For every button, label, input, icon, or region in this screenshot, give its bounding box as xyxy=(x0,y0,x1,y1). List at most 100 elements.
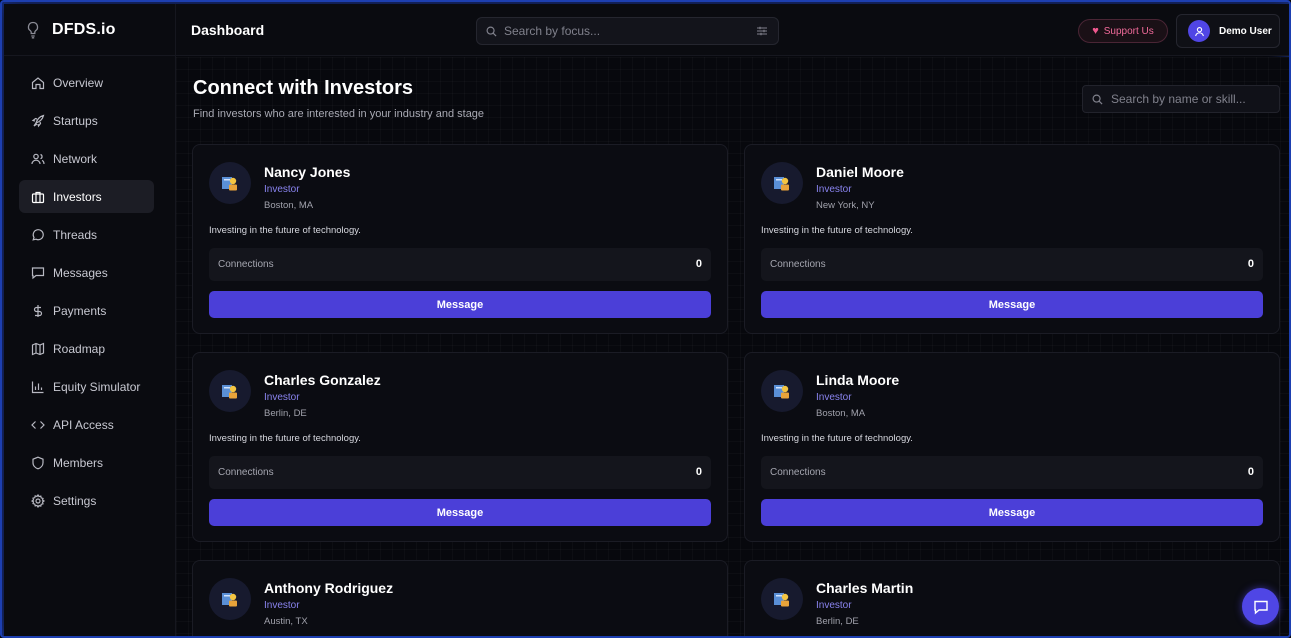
focus-search[interactable] xyxy=(476,17,779,45)
brand-name: DFDS.io xyxy=(52,20,116,38)
investor-name: Daniel Moore xyxy=(816,164,904,180)
investor-role: Investor xyxy=(264,184,300,195)
chat-bubble-icon xyxy=(32,228,44,241)
main-content: Connect with Investors Find investors wh… xyxy=(176,57,1289,636)
message-button[interactable]: Message xyxy=(209,499,711,526)
home-icon xyxy=(31,76,45,89)
investor-avatar xyxy=(209,578,251,620)
investor-search-input[interactable] xyxy=(1111,92,1279,106)
heart-icon: ♥ xyxy=(1092,25,1099,37)
investor-name: Nancy Jones xyxy=(264,164,351,180)
bar-chart-icon xyxy=(31,381,44,393)
investor-avatar xyxy=(761,578,803,620)
avatar xyxy=(1188,20,1210,42)
sidebar-item-investors[interactable]: Investors xyxy=(19,180,154,213)
investor-bio: Investing in the future of technology. xyxy=(761,225,913,236)
investor-name: Anthony Rodriguez xyxy=(264,580,394,596)
sidebar-item-label: API Access xyxy=(53,417,114,432)
investor-location: Berlin, DE xyxy=(264,408,307,419)
connections-count: 0 xyxy=(1247,258,1254,270)
chat-button[interactable] xyxy=(1242,588,1279,625)
connections-box: Connections 0 xyxy=(761,456,1263,489)
user-menu-button[interactable]: Demo User xyxy=(1176,14,1280,48)
investor-location: Austin, TX xyxy=(264,616,308,627)
sidebar-item-network[interactable]: Network xyxy=(19,142,154,175)
investor-card: Charles Gonzalez Investor Berlin, DE Inv… xyxy=(192,352,728,542)
investor-location: Berlin, DE xyxy=(816,616,859,627)
sidebar-item-messages[interactable]: Messages xyxy=(19,256,154,289)
investor-emoji-icon xyxy=(222,593,237,607)
sidebar-item-api-access[interactable]: API Access xyxy=(19,408,154,441)
sidebar-item-label: Members xyxy=(53,455,104,470)
sidebar-item-overview[interactable]: Overview xyxy=(19,66,154,99)
page-title: Connect with Investors xyxy=(193,77,414,99)
connections-count: 0 xyxy=(1247,466,1254,478)
lightbulb-icon xyxy=(27,21,39,38)
investor-search[interactable] xyxy=(1082,85,1280,113)
investor-card: Daniel Moore Investor New York, NY Inves… xyxy=(744,144,1280,334)
sidebar-item-label: Settings xyxy=(53,493,97,508)
brand[interactable]: DFDS.io xyxy=(4,4,175,56)
investor-emoji-icon xyxy=(222,385,237,399)
focus-search-input[interactable] xyxy=(504,24,756,38)
investor-emoji-icon xyxy=(774,593,789,607)
message-button[interactable]: Message xyxy=(209,291,711,318)
investor-card: Nancy Jones Investor Boston, MA Investin… xyxy=(192,144,728,334)
investor-name: Charles Martin xyxy=(816,580,914,596)
investor-emoji-icon xyxy=(774,177,789,191)
sidebar-item-roadmap[interactable]: Roadmap xyxy=(19,332,154,365)
sidebar-item-settings[interactable]: Settings xyxy=(19,484,154,517)
code-icon xyxy=(31,420,45,429)
message-button[interactable]: Message xyxy=(761,291,1263,318)
connections-box: Connections 0 xyxy=(761,248,1263,281)
sidebar-item-label: Threads xyxy=(53,227,98,242)
shield-icon xyxy=(32,456,44,469)
message-square-icon xyxy=(31,266,45,279)
investor-card: Charles Martin Investor Berlin, DE xyxy=(744,560,1280,636)
investor-emoji-icon xyxy=(222,177,237,191)
sidebar-item-payments[interactable]: Payments xyxy=(19,294,154,327)
investor-location: Boston, MA xyxy=(264,200,314,211)
page-header-title: Dashboard xyxy=(191,22,265,38)
investor-location: Boston, MA xyxy=(816,408,866,419)
app-window: DFDS.io Overview Startups Network Invest… xyxy=(0,0,1291,638)
investor-role: Investor xyxy=(264,600,300,611)
investor-bio: Investing in the future of technology. xyxy=(209,433,361,444)
sidebar-item-label: Network xyxy=(53,151,98,166)
investor-avatar xyxy=(209,162,251,204)
sidebar-item-label: Startups xyxy=(53,113,98,128)
connections-label: Connections xyxy=(770,259,826,270)
search-icon xyxy=(486,26,497,37)
sidebar-item-label: Overview xyxy=(53,75,104,90)
gear-icon xyxy=(31,493,45,508)
sidebar: DFDS.io Overview Startups Network Invest… xyxy=(4,4,176,636)
connections-label: Connections xyxy=(770,467,826,478)
investor-role: Investor xyxy=(816,184,852,195)
sidebar-item-label: Payments xyxy=(53,303,107,318)
sliders-icon[interactable] xyxy=(756,25,768,37)
sidebar-item-label: Roadmap xyxy=(53,341,106,356)
sidebar-item-threads[interactable]: Threads xyxy=(19,218,154,251)
connections-label: Connections xyxy=(218,259,274,270)
top-bar: Dashboard ♥ Support Us Demo User xyxy=(176,4,1289,56)
support-button[interactable]: ♥ Support Us xyxy=(1078,19,1168,43)
investor-name: Linda Moore xyxy=(816,372,900,388)
users-icon xyxy=(31,153,45,164)
investor-name: Charles Gonzalez xyxy=(264,372,381,388)
map-icon xyxy=(31,342,45,355)
sidebar-item-members[interactable]: Members xyxy=(19,446,154,479)
page-subtitle: Find investors who are interested in you… xyxy=(193,108,485,120)
search-icon xyxy=(1092,94,1103,105)
connections-box: Connections 0 xyxy=(209,248,711,281)
sidebar-item-label: Messages xyxy=(53,265,108,280)
sidebar-item-equity-simulator[interactable]: Equity Simulator xyxy=(19,370,154,403)
chat-icon xyxy=(1253,600,1268,615)
investor-card: Linda Moore Investor Boston, MA Investin… xyxy=(744,352,1280,542)
investor-role: Investor xyxy=(816,392,852,403)
investor-emoji-icon xyxy=(774,385,789,399)
message-button[interactable]: Message xyxy=(761,499,1263,526)
investor-role: Investor xyxy=(816,600,852,611)
sidebar-item-startups[interactable]: Startups xyxy=(19,104,154,137)
sidebar-nav: Overview Startups Network Investors Thre… xyxy=(4,56,175,517)
dollar-icon xyxy=(33,304,43,317)
